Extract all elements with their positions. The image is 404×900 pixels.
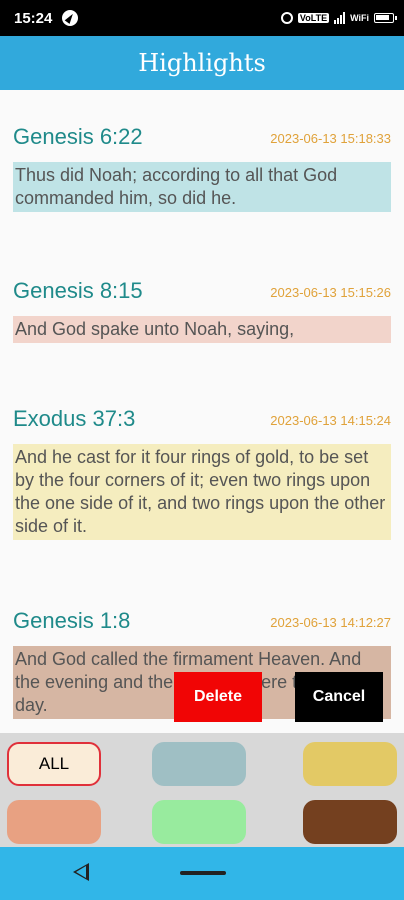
verse-reference: Genesis 1:8 [13, 608, 131, 633]
highlight-timestamp: 2023-06-13 15:15:26 [270, 285, 391, 300]
color-swatch-brown[interactable] [303, 800, 397, 844]
highlight-header: Genesis 1:8 2023-06-13 14:12:27 [13, 604, 391, 634]
system-nav-bar [0, 847, 404, 900]
highlight-header: Exodus 37:3 2023-06-13 14:15:24 [13, 402, 391, 432]
highlight-header: Genesis 8:15 2023-06-13 15:15:26 [13, 274, 391, 304]
highlight-timestamp: 2023-06-13 14:15:24 [270, 413, 391, 428]
color-swatch-teal[interactable] [152, 742, 246, 786]
highlight-item[interactable]: Genesis 6:22 2023-06-13 15:18:33 Thus di… [13, 120, 391, 212]
status-icons: VoLTE WiFi [280, 12, 397, 24]
highlight-timestamp: 2023-06-13 14:12:27 [270, 615, 391, 630]
color-swatch-green[interactable] [152, 800, 246, 844]
app-bar: Highlights [0, 36, 404, 90]
status-bar: 15:24 VoLTE WiFi [0, 0, 404, 36]
verse-reference: Exodus 37:3 [13, 406, 136, 431]
highlight-header: Genesis 6:22 2023-06-13 15:18:33 [13, 120, 391, 150]
highlights-list[interactable]: Genesis 6:22 2023-06-13 15:18:33 Thus di… [0, 90, 404, 733]
highlight-item[interactable]: Exodus 37:3 2023-06-13 14:15:24 And he c… [13, 402, 391, 540]
highlight-item[interactable]: Genesis 8:15 2023-06-13 15:15:26 And God… [13, 274, 391, 343]
alarm-icon [280, 12, 293, 24]
color-swatch-salmon[interactable] [7, 800, 101, 844]
battery-icon [374, 13, 397, 23]
wifi-icon: WiFi [350, 13, 369, 23]
verse-reference: Genesis 8:15 [13, 278, 143, 303]
color-swatch-yellow[interactable] [303, 742, 397, 786]
verse-text[interactable]: And God spake unto Noah, saying, [13, 316, 391, 343]
status-time: 15:24 [14, 9, 53, 27]
page-title: Highlights [138, 49, 266, 77]
back-icon[interactable] [73, 863, 89, 881]
verse-reference: Genesis 6:22 [13, 124, 143, 149]
signal-icon [334, 12, 346, 24]
volte-icon: VoLTE [297, 13, 330, 23]
highlight-timestamp: 2023-06-13 15:18:33 [270, 131, 391, 146]
filter-all-button[interactable]: ALL [7, 742, 101, 786]
color-filter-palette: ALL [0, 733, 404, 847]
cancel-button[interactable]: Cancel [295, 672, 383, 722]
delete-button[interactable]: Delete [174, 672, 262, 722]
verse-text[interactable]: Thus did Noah; according to all that God… [13, 162, 391, 212]
verse-text[interactable]: And he cast for it four rings of gold, t… [13, 444, 391, 540]
compass-icon [62, 10, 79, 26]
home-icon[interactable] [180, 871, 226, 875]
